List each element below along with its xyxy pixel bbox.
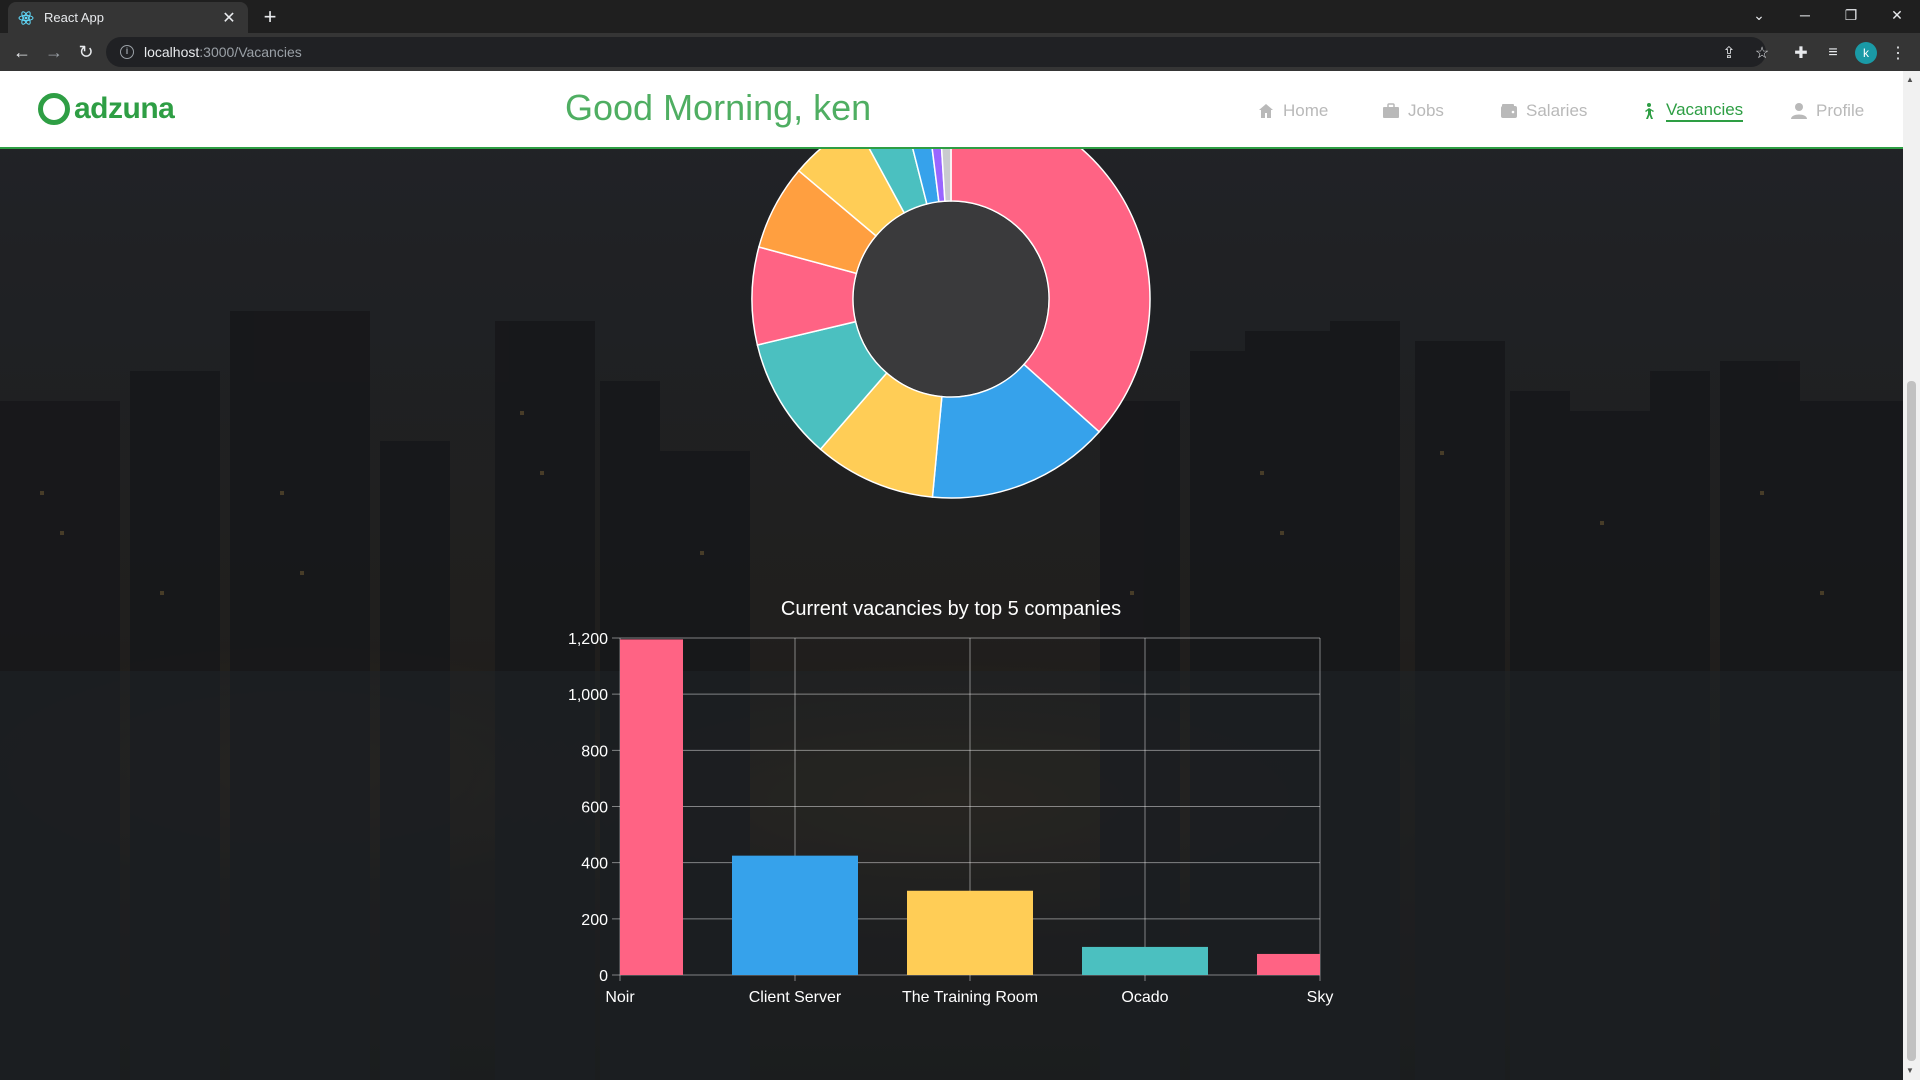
scroll-thumb[interactable] [1907, 381, 1916, 1061]
bookmark-star-icon[interactable]: ☆ [1751, 42, 1773, 64]
browser-tab[interactable]: React App ✕ [8, 2, 248, 33]
nav-vacancies-label: Vacancies [1666, 100, 1744, 122]
user-icon [1791, 103, 1807, 119]
x-tick-label: Client Server [749, 989, 842, 1006]
address-bar[interactable]: i localhost:3000/Vacancies [106, 37, 1766, 67]
briefcase-icon [1383, 103, 1399, 118]
nav-profile-label: Profile [1816, 101, 1865, 120]
nav-salaries-label: Salaries [1526, 101, 1588, 120]
profile-avatar[interactable]: k [1855, 42, 1877, 64]
nav-home-label: Home [1283, 101, 1329, 120]
restore-button[interactable]: ❐ [1828, 0, 1874, 30]
scroll-up-arrow-icon[interactable]: ▲ [1906, 75, 1914, 84]
y-tick-label: 200 [581, 912, 608, 929]
tab-title: React App [44, 10, 104, 25]
nav-home[interactable]: Home [1257, 99, 1328, 123]
logo-ring-icon [38, 93, 70, 125]
page-scrollbar[interactable]: ▲ ▼ [1903, 71, 1920, 1080]
new-tab-button[interactable]: + [258, 6, 282, 30]
minimize-button[interactable]: ─ [1782, 0, 1828, 30]
back-button[interactable]: ← [8, 38, 36, 66]
reload-button[interactable]: ↻ [72, 38, 100, 66]
bar-chart-title: Current vacancies by top 5 companies [781, 598, 1121, 620]
x-tick-label: Ocado [1121, 989, 1168, 1006]
forward-button[interactable]: → [40, 38, 68, 66]
vacancies-bar-chart: Current vacancies by top 5 companies 0 200… [568, 598, 1334, 1006]
url-path: :3000/Vacancies [199, 44, 302, 60]
logo-text: adzuna [74, 92, 175, 125]
person-icon [1645, 103, 1654, 119]
y-tick-label: 1,000 [568, 687, 608, 704]
greeting-heading: Good Morning, ken [565, 87, 872, 128]
bar-4[interactable] [1257, 953, 1320, 975]
y-tick-label: 600 [581, 800, 608, 817]
nav-jobs-label: Jobs [1408, 101, 1444, 120]
bar-0[interactable] [620, 639, 683, 975]
nav-vacancies[interactable]: Vacancies [1640, 99, 1744, 123]
browser-toolbar: ← → ↻ i localhost:3000/Vacancies ⇪ ☆ ✚ ≡… [0, 33, 1920, 71]
close-window-button[interactable]: ✕ [1874, 0, 1920, 30]
nav-jobs[interactable]: Jobs [1382, 99, 1444, 123]
nav-profile[interactable]: Profile [1790, 99, 1864, 123]
adzuna-logo[interactable]: adzuna [38, 89, 175, 129]
menu-icon[interactable]: ⋮ [1887, 42, 1909, 64]
close-tab-icon[interactable]: ✕ [220, 8, 238, 28]
url-host: localhost [144, 44, 200, 60]
tab-search-icon[interactable]: ⌄ [1736, 0, 1782, 30]
browser-tab-strip: React App ✕ + ⌄ ─ ❐ ✕ [0, 0, 1920, 33]
react-logo-icon [18, 10, 34, 25]
app-navbar: adzuna Good Morning, ken Home Jobs Salar… [0, 71, 1903, 149]
y-tick-label: 0 [599, 968, 608, 985]
share-icon[interactable]: ⇪ [1718, 42, 1740, 64]
scroll-down-arrow-icon[interactable]: ▼ [1906, 1066, 1914, 1075]
y-tick-label: 800 [581, 743, 608, 760]
y-tick-label: 1,200 [568, 631, 608, 648]
home-icon [1259, 104, 1273, 118]
extensions-icon[interactable]: ✚ [1790, 42, 1812, 64]
x-tick-label: Sky [1307, 989, 1334, 1006]
page-viewport: Current vacancies by top 5 companies 0 200… [0, 71, 1903, 1080]
nav-salaries[interactable]: Salaries [1500, 99, 1587, 123]
x-tick-label: The Training Room [902, 989, 1038, 1006]
y-tick-label: 400 [581, 856, 608, 873]
x-tick-label: Noir [605, 989, 635, 1006]
site-info-icon[interactable]: i [120, 45, 134, 59]
bar-2[interactable] [907, 890, 1033, 975]
bar-3[interactable] [1082, 946, 1208, 975]
bar-1[interactable] [732, 855, 858, 975]
wallet-icon [1501, 104, 1517, 118]
reading-list-icon[interactable]: ≡ [1822, 42, 1844, 64]
